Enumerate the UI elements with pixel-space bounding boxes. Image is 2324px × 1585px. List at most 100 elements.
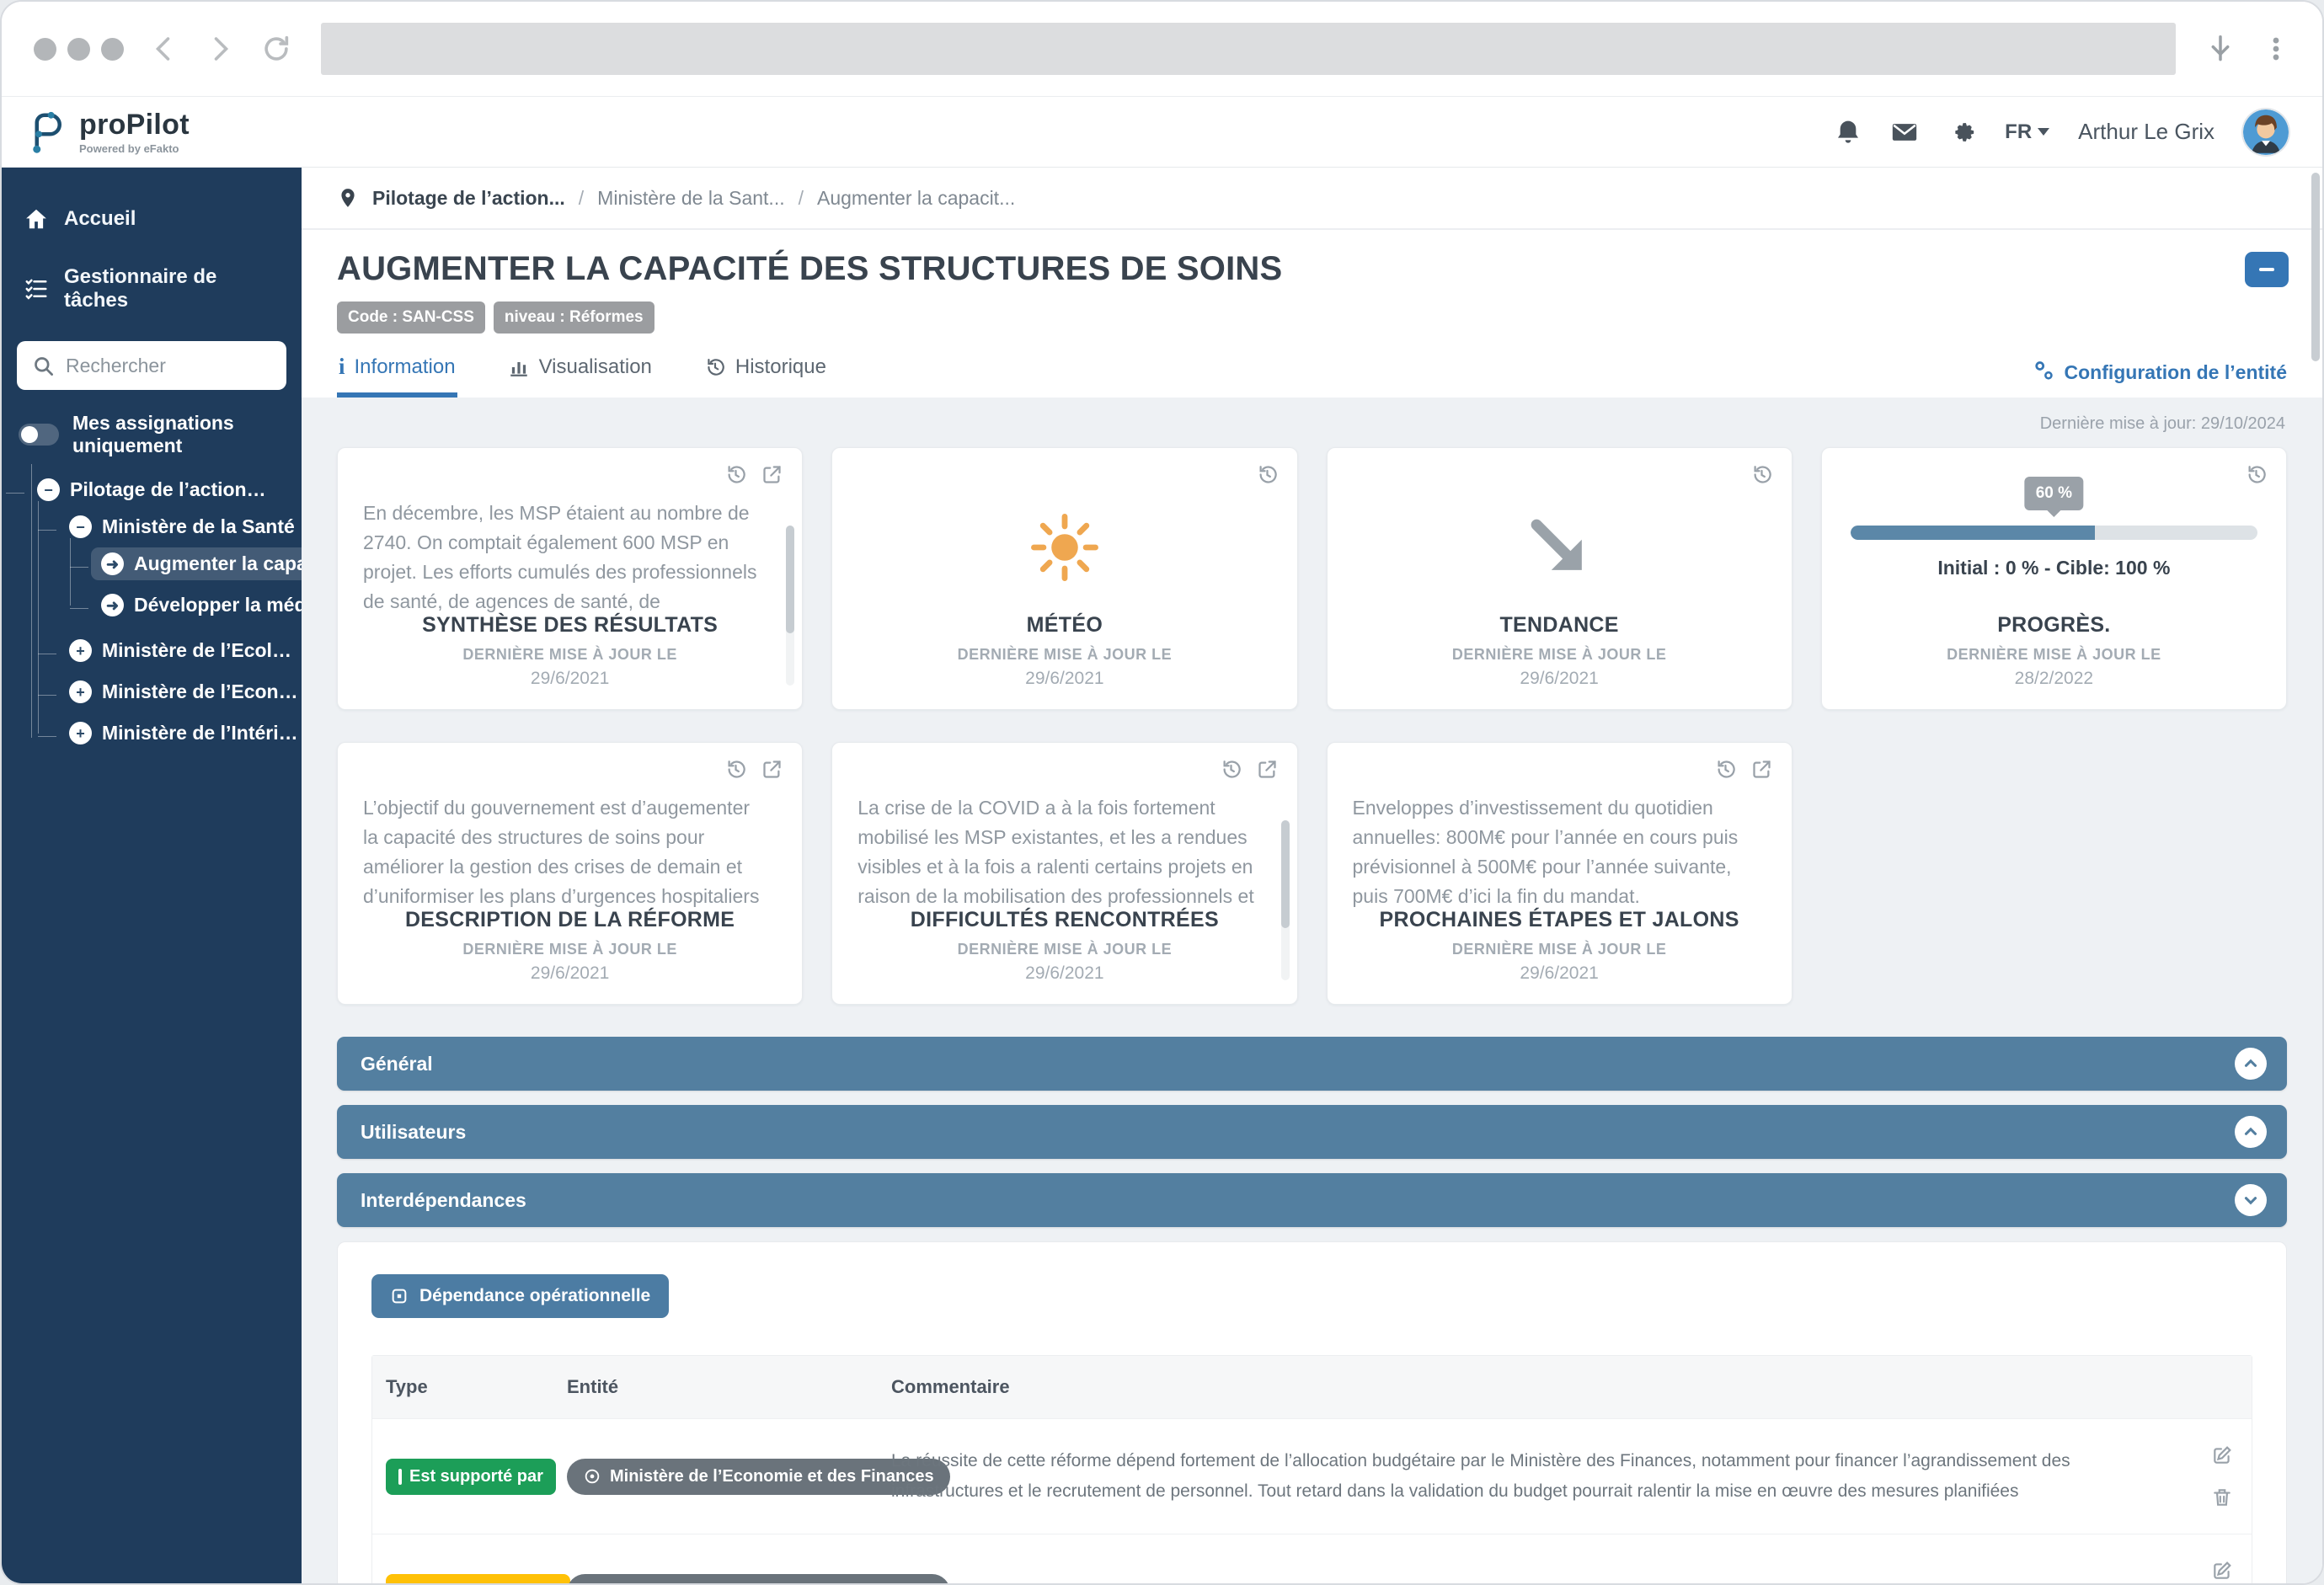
progress-range: Initial : 0 % - Cible: 100 % (1851, 557, 2257, 579)
edit-icon[interactable] (2211, 1444, 2233, 1466)
dependency-comment: La réussite de cette réforme dépend fort… (878, 1421, 2193, 1531)
card-text: Enveloppes d’investissement du quotidien… (1353, 793, 1766, 908)
card-title: TENDANCE (1353, 613, 1766, 638)
back-button-icon[interactable] (149, 34, 179, 64)
breadcrumb-item[interactable]: Ministère de la Sant... (597, 187, 784, 210)
target-icon (583, 1467, 601, 1486)
card-title: MÉTÉO (857, 613, 1271, 638)
leaf-arrow-icon: ➜ (101, 552, 124, 575)
section-utilisateurs[interactable]: Utilisateurs (337, 1105, 2287, 1159)
double-gear-icon (2031, 360, 2056, 385)
column-header-type: Type (372, 1356, 553, 1418)
history-icon (704, 356, 726, 378)
edit-icon[interactable] (2211, 1560, 2233, 1582)
content-area: Dernière mise à jour: 29/10/2024 En déce… (302, 398, 2322, 1583)
history-icon[interactable] (2245, 463, 2268, 486)
card-text: La crise de la COVID a à la fois forteme… (857, 793, 1271, 908)
app-logo[interactable]: proPilot Powered by eFakto (24, 109, 190, 155)
card-date: 28/2/2022 (1847, 669, 2261, 689)
card-title: DIFFICULTÉS RENCONTRÉES (857, 908, 1271, 932)
chevron-up-icon[interactable] (2235, 1048, 2267, 1080)
expand-plus-icon: + (69, 680, 92, 703)
trash-icon[interactable] (2211, 1486, 2233, 1508)
address-bar[interactable] (321, 23, 2176, 75)
section-interdependances[interactable]: Interdépendances (337, 1173, 2287, 1227)
window-controls[interactable] (34, 38, 124, 61)
card-scrollbar[interactable] (786, 526, 794, 633)
collapse-panel-button[interactable] (2245, 252, 2289, 287)
refresh-icon[interactable] (260, 33, 292, 65)
toggle-switch[interactable] (19, 424, 59, 446)
minus-icon (2259, 268, 2274, 271)
scrollbar[interactable] (2311, 173, 2320, 361)
user-name[interactable]: Arthur Le Grix (2078, 119, 2214, 145)
location-pin-icon (337, 187, 359, 209)
card-text: En décembre, les MSP étaient au nombre d… (363, 499, 777, 613)
external-link-icon[interactable] (761, 463, 783, 486)
target-icon (583, 1582, 601, 1583)
breadcrumb-item[interactable]: Augmenter la capacit... (817, 187, 1015, 210)
level-badge: niveau : Réformes (494, 302, 654, 334)
browser-menu-icon[interactable] (2262, 35, 2290, 63)
external-link-icon[interactable] (1256, 758, 1279, 781)
history-icon[interactable] (1714, 758, 1737, 781)
code-badge: Code : SAN-CSS (337, 302, 485, 334)
card-scrollbar[interactable] (1281, 820, 1290, 928)
settings-gear-icon[interactable] (1947, 118, 1976, 147)
last-updated-text: Dernière mise à jour: 29/10/2024 (339, 414, 2285, 434)
messages-envelope-icon[interactable] (1890, 118, 1919, 147)
collapse-minus-icon: − (37, 478, 60, 501)
card-date: 29/6/2021 (1353, 669, 1766, 689)
chevron-down-icon (2038, 128, 2049, 136)
tree-node-developper-medecine[interactable]: ➜Développer la médecine d... (91, 589, 302, 622)
chevron-down-icon[interactable] (2235, 1184, 2267, 1216)
card-title: DESCRIPTION DE LA RÉFORME (363, 908, 777, 932)
history-icon[interactable] (724, 758, 747, 781)
tree-node-ministere-sante[interactable]: −Ministère de la Santé (59, 510, 302, 543)
assignments-toggle[interactable]: Mes assignations uniquement (2, 395, 302, 461)
toggle-label: Mes assignations uniquement (72, 412, 285, 457)
download-icon[interactable] (2204, 33, 2236, 65)
user-avatar[interactable] (2243, 109, 2289, 155)
external-link-icon[interactable] (1750, 758, 1773, 781)
card-text: L’objectif du gouvernement est d’augemen… (363, 793, 777, 908)
title-section: AUGMENTER LA CAPACITÉ DES STRUCTURES DE … (302, 230, 2322, 398)
column-header-commentaire: Commentaire (878, 1356, 2193, 1418)
sidebar-item-accueil[interactable]: Accueil (2, 189, 302, 248)
entity-configuration-link[interactable]: Configuration de l’entité (2031, 360, 2288, 398)
language-selector[interactable]: FR (2005, 120, 2049, 144)
tab-historique[interactable]: Historique (703, 354, 828, 398)
history-icon[interactable] (1750, 463, 1773, 486)
add-dependency-button[interactable]: Dépendance opérationnelle (371, 1274, 669, 1318)
tree-node-augmenter-capacite[interactable]: ➜Augmenter la capacité de... (91, 547, 302, 580)
breadcrumb: Pilotage de l’action... / Ministère de l… (302, 168, 2322, 230)
card-date: 29/6/2021 (857, 669, 1271, 689)
section-general[interactable]: Général (337, 1037, 2287, 1091)
expand-plus-icon: + (69, 722, 92, 744)
search-icon (32, 355, 55, 382)
progress-bar (1851, 526, 2257, 540)
sidebar-item-label: Accueil (64, 207, 136, 231)
tree-node-ministere-economie[interactable]: +Ministère de l’Economie et d... (59, 675, 302, 708)
progress-fill (1851, 526, 2095, 540)
breadcrumb-item[interactable]: Pilotage de l’action... (372, 187, 565, 210)
tree-node-ministere-ecologie[interactable]: +Ministère de l’Ecologie (59, 634, 302, 667)
forward-button-icon[interactable] (205, 34, 235, 64)
sidebar-item-gestionnaire-taches[interactable]: Gestionnaire de tâches (2, 248, 302, 329)
trend-down-right-icon (1520, 509, 1598, 586)
card-prochaines-etapes: Enveloppes d’investissement du quotidien… (1327, 742, 1792, 1005)
history-icon[interactable] (724, 463, 747, 486)
tree-node-ministere-interieur[interactable]: +Ministère de l’Intérieur (59, 717, 302, 750)
search-input[interactable] (17, 341, 286, 390)
tab-information[interactable]: iInformation (337, 354, 457, 398)
tree-node-pilotage[interactable]: −Pilotage de l’action publique pa... (27, 473, 280, 506)
tab-visualisation[interactable]: Visualisation (506, 354, 654, 398)
card-date: 29/6/2021 (363, 963, 777, 984)
notifications-bell-icon[interactable] (1835, 119, 1862, 146)
history-icon[interactable] (1220, 758, 1242, 781)
history-icon[interactable] (1256, 463, 1279, 486)
external-link-icon[interactable] (761, 758, 783, 781)
card-date: 29/6/2021 (363, 669, 777, 689)
interdependances-panel: Dépendance opérationnelle Type Entité Co… (337, 1241, 2287, 1583)
chevron-up-icon[interactable] (2235, 1116, 2267, 1148)
